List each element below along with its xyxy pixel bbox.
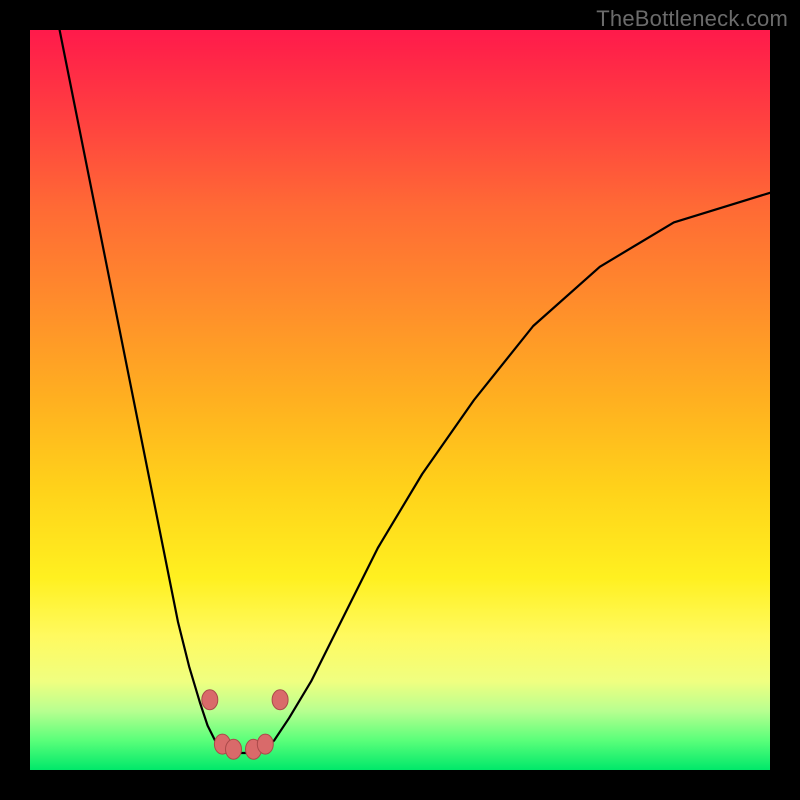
curve-marker [202,690,218,710]
watermark-text: TheBottleneck.com [596,6,788,32]
curve-marker [272,690,288,710]
bottleneck-curve [30,30,770,770]
curve-marker [226,739,242,759]
chart-plot-area [30,30,770,770]
curve-marker [257,734,273,754]
